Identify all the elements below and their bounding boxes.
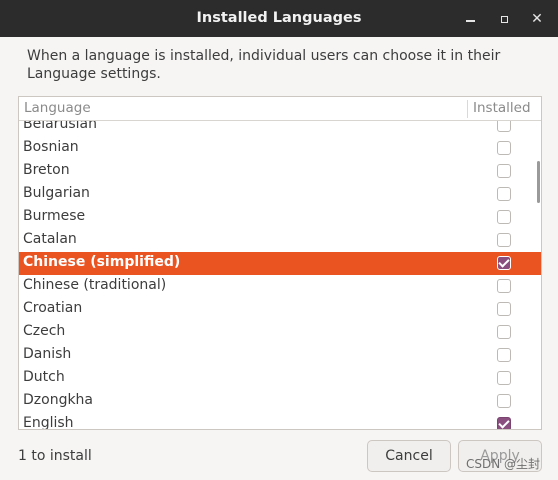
language-name: Breton <box>23 162 70 178</box>
list-item[interactable]: Catalan <box>19 229 541 252</box>
maximize-button[interactable] <box>494 9 514 29</box>
installed-checkbox[interactable] <box>497 164 511 178</box>
list-item[interactable]: Belarusian <box>19 121 541 137</box>
language-name: Catalan <box>23 231 77 247</box>
installed-checkbox[interactable] <box>497 348 511 362</box>
list-item[interactable]: Burmese <box>19 206 541 229</box>
list-item[interactable]: Chinese (traditional) <box>19 275 541 298</box>
list-item[interactable]: English <box>19 413 541 429</box>
title-bar: Installed Languages ✕ <box>0 0 558 37</box>
language-name: Dzongkha <box>23 392 94 408</box>
column-divider <box>467 100 468 118</box>
list-item[interactable]: Bulgarian <box>19 183 541 206</box>
watermark: CSDN @尘封 <box>466 457 541 471</box>
list-item[interactable]: Dutch <box>19 367 541 390</box>
minimize-icon <box>465 20 475 22</box>
language-name: Bulgarian <box>23 185 90 201</box>
column-header-installed[interactable]: Installed <box>473 100 531 116</box>
list-header: Language Installed <box>19 97 541 121</box>
list-item[interactable]: Croatian <box>19 298 541 321</box>
installed-checkbox[interactable] <box>497 233 511 247</box>
column-header-language[interactable]: Language <box>24 100 91 116</box>
close-button[interactable]: ✕ <box>527 9 547 29</box>
installed-checkbox[interactable] <box>497 371 511 385</box>
language-name: English <box>23 415 74 429</box>
installed-checkbox[interactable] <box>497 121 511 132</box>
language-name: Danish <box>23 346 72 362</box>
list-item[interactable]: Bosnian <box>19 137 541 160</box>
list-rows: Belarusian Bosnian Breton Bulgarian Burmese C… <box>19 121 541 429</box>
scrollbar[interactable] <box>537 161 540 203</box>
installed-checkbox[interactable] <box>497 210 511 224</box>
minimize-button[interactable] <box>460 9 480 29</box>
language-name: Bosnian <box>23 139 79 155</box>
installed-checkbox[interactable] <box>497 302 511 316</box>
maximize-icon <box>500 15 508 23</box>
description-text: When a language is installed, individual… <box>27 48 501 82</box>
list-item[interactable]: Danish <box>19 344 541 367</box>
installed-checkbox[interactable] <box>497 417 511 429</box>
install-status: 1 to install <box>18 448 92 464</box>
language-name: Dutch <box>23 369 65 385</box>
language-name: Chinese (simplified) <box>23 254 181 270</box>
installed-checkbox[interactable] <box>497 187 511 201</box>
language-list[interactable]: Language Installed Belarusian Bosnian Bret… <box>18 96 542 430</box>
language-name: Chinese (traditional) <box>23 277 167 293</box>
installed-checkbox[interactable] <box>497 325 511 339</box>
list-item[interactable]: Breton <box>19 160 541 183</box>
close-icon: ✕ <box>531 11 543 27</box>
list-item[interactable]: Czech <box>19 321 541 344</box>
language-name: Czech <box>23 323 66 339</box>
language-name: Burmese <box>23 208 86 224</box>
language-name: Croatian <box>23 300 83 316</box>
cancel-button[interactable]: Cancel <box>367 440 451 472</box>
installed-checkbox[interactable] <box>497 279 511 293</box>
installed-languages-window: Installed Languages ✕ When a language is… <box>0 0 558 480</box>
installed-checkbox[interactable] <box>497 141 511 155</box>
list-item[interactable]: Chinese (simplified) <box>19 252 541 275</box>
list-item[interactable]: Dzongkha <box>19 390 541 413</box>
language-name: Belarusian <box>23 121 97 132</box>
installed-checkbox[interactable] <box>497 256 511 270</box>
installed-checkbox[interactable] <box>497 394 511 408</box>
